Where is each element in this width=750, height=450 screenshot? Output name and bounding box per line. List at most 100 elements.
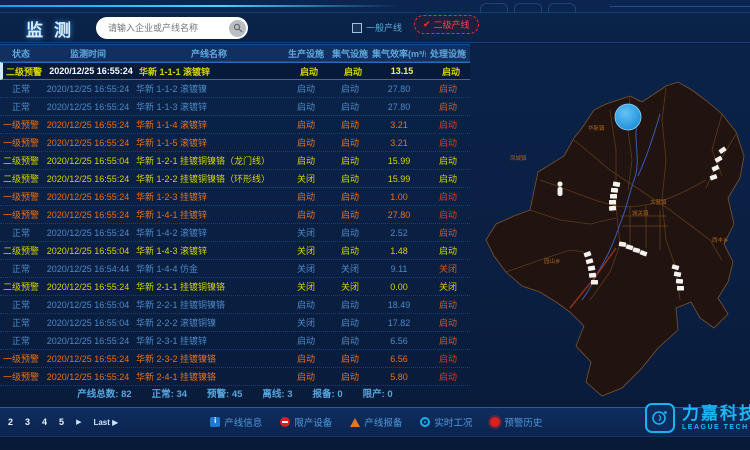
person-marker-icon[interactable] <box>557 181 562 196</box>
cell-status: 一级预警 <box>0 118 42 131</box>
summary-item: 产线总数: 82 <box>77 386 131 400</box>
cell-efficiency: 1.00 <box>372 192 426 202</box>
next-page-button[interactable]: ▶ <box>76 418 81 426</box>
cell-status: 正常 <box>0 316 42 329</box>
page-button[interactable]: 2 <box>8 417 13 427</box>
road-sign-icon[interactable] <box>589 273 596 278</box>
cell-name: 华新 1-4-3 滚镀锌 <box>134 244 284 257</box>
table-row[interactable]: 正常2020/12/25 16:55:04华新 2-2-1 挂镀铜镍铬启动启动1… <box>0 296 470 314</box>
page-button[interactable]: 3 <box>25 417 30 427</box>
cell-gas: 启动 <box>328 208 372 221</box>
cell-name: 华新 1-1-1 滚镀锌 <box>137 65 287 78</box>
table-row[interactable]: 正常2020/12/25 16:55:24华新 1-4-2 滚镀锌关闭启动2.5… <box>0 224 470 242</box>
cell-production: 关闭 <box>284 226 328 239</box>
page-button[interactable]: 5 <box>59 417 64 427</box>
table-row[interactable]: 一级预警2020/12/25 16:55:24华新 2-4-1 挂镀镍铬启动启动… <box>0 368 470 386</box>
table-row[interactable]: 正常2020/12/25 16:55:04华新 2-2-2 滚镀铜镍关闭启动17… <box>0 314 470 332</box>
road-sign-icon[interactable] <box>609 200 616 205</box>
cell-production: 关闭 <box>284 280 328 293</box>
cell-treatment: 关闭 <box>426 280 470 293</box>
bottom-bar: 2 3 4 5 ▶ Last ▶ 产线信息 限产设备 产线报备 实时工况 预警历史 <box>0 407 750 437</box>
table-row[interactable]: 正常2020/12/25 16:55:24华新 2-3-1 挂镀锌启动启动6.5… <box>0 332 470 350</box>
table-row[interactable]: 二级预警2020/12/25 16:55:24华新 2-1-1 挂镀铜镍铬关闭关… <box>0 278 470 296</box>
cell-time: 2020/12/25 16:55:24 <box>42 354 134 364</box>
cell-production: 启动 <box>284 136 328 149</box>
search-box <box>96 17 248 39</box>
search-input[interactable] <box>106 22 229 34</box>
road-sign-icon[interactable] <box>677 286 684 291</box>
road-sign-icon[interactable] <box>676 279 683 284</box>
general-line-filter[interactable]: 一般产线 <box>352 21 402 34</box>
cell-gas: 启动 <box>328 190 372 203</box>
search-button[interactable] <box>229 20 246 37</box>
cell-time: 2020/12/25 16:55:24 <box>42 336 134 346</box>
toolbar-button-history[interactable]: 预警历史 <box>490 415 542 429</box>
cell-treatment: 启动 <box>426 136 470 149</box>
alert-line-button[interactable]: ✔ 二级产线 <box>414 15 479 34</box>
toolbar-button-report[interactable]: 产线报备 <box>350 415 402 429</box>
cell-production: 启动 <box>284 298 328 311</box>
cell-efficiency: 5.80 <box>372 372 426 382</box>
cell-efficiency: 15.99 <box>372 156 426 166</box>
cell-treatment: 启动 <box>426 334 470 347</box>
table-row[interactable]: 二级预警2020/12/25 16:55:24华新 1-2-2 挂镀铜镍铬（环形… <box>0 170 470 188</box>
cell-gas: 启动 <box>328 82 372 95</box>
table-row[interactable]: 一级预警2020/12/25 16:55:24华新 1-4-1 挂镀锌启动启动2… <box>0 206 470 224</box>
cell-production: 启动 <box>284 190 328 203</box>
cell-treatment: 启动 <box>429 65 473 78</box>
cell-gas: 关闭 <box>328 262 372 275</box>
toolbar-button-realtime[interactable]: 实时工况 <box>420 415 472 429</box>
brand-logo: 力嘉科技 LEAGUE TECH <box>645 403 750 433</box>
city-map[interactable]: 华新镇凤城镇城关镇园山乡西丰乡大营镇 <box>470 10 750 402</box>
cell-gas: 启动 <box>328 334 372 347</box>
limit-icon <box>280 417 290 427</box>
cell-status: 正常 <box>0 262 42 275</box>
cell-gas: 启动 <box>328 370 372 383</box>
table-row[interactable]: 一级预警2020/12/25 16:55:24华新 1-1-5 滚镀锌启动启动3… <box>0 134 470 152</box>
cell-status: 正常 <box>0 100 42 113</box>
road-sign-icon[interactable] <box>610 194 617 199</box>
cell-treatment: 关闭 <box>426 262 470 275</box>
top-glow-line <box>0 5 400 7</box>
cell-gas: 启动 <box>331 65 375 78</box>
cell-efficiency: 3.21 <box>372 138 426 148</box>
table-row[interactable]: 一级预警2020/12/25 16:55:24华新 1-1-4 滚镀锌启动启动3… <box>0 116 470 134</box>
cell-treatment: 启动 <box>426 100 470 113</box>
alert-location-marker[interactable] <box>615 104 641 130</box>
road-sign-icon[interactable] <box>611 188 618 193</box>
table-row[interactable]: 正常2020/12/25 16:55:24华新 1-1-3 滚镀锌启动启动27.… <box>0 98 470 116</box>
toolbar-button-limit[interactable]: 限产设备 <box>280 415 332 429</box>
cell-gas: 启动 <box>328 298 372 311</box>
page-button[interactable]: 4 <box>42 417 47 427</box>
cell-status: 二级预警 <box>0 172 42 185</box>
top-line-right <box>610 6 750 7</box>
table-row[interactable]: 二级预警2020/12/25 16:55:04华新 1-2-1 挂镀铜镍铬（龙门… <box>0 152 470 170</box>
cell-production: 启动 <box>284 370 328 383</box>
cell-treatment: 启动 <box>426 352 470 365</box>
cell-time: 2020/12/25 16:55:24 <box>42 282 134 292</box>
table-row[interactable]: 正常2020/12/25 16:55:24华新 1-1-2 滚镀镍启动启动27.… <box>0 80 470 98</box>
toolbar-button-info[interactable]: 产线信息 <box>210 415 262 429</box>
cell-treatment: 启动 <box>426 118 470 131</box>
road-sign-icon[interactable] <box>609 206 616 211</box>
cell-efficiency: 15.99 <box>372 174 426 184</box>
table-row[interactable]: 一级预警2020/12/25 16:55:24华新 2-3-2 挂镀镍铬启动启动… <box>0 350 470 368</box>
checkbox-icon[interactable] <box>352 23 362 33</box>
cell-status: 二级预警 <box>0 280 42 293</box>
table-row[interactable]: 二级预警2020/12/25 16:55:04华新 1-4-3 滚镀锌关闭启动1… <box>0 242 470 260</box>
last-page-button[interactable]: Last ▶ <box>93 418 118 427</box>
cell-status: 正常 <box>0 226 42 239</box>
road-sign-icon[interactable] <box>591 280 598 285</box>
cell-treatment: 启动 <box>426 370 470 383</box>
map-place-label: 城关镇 <box>632 209 649 217</box>
table-row[interactable]: 一级预警2020/12/25 16:55:24华新 1-2-3 挂镀锌启动启动1… <box>0 188 470 206</box>
table-row[interactable]: 二级预警2020/12/25 16:55:24华新 1-1-1 滚镀锌启动启动1… <box>0 62 470 80</box>
table-row[interactable]: 正常2020/12/25 16:54:44华新 1-4-4 仿金关闭关闭9.11… <box>0 260 470 278</box>
cell-status: 一级预警 <box>0 370 42 383</box>
cell-time: 2020/12/25 16:55:04 <box>42 246 134 256</box>
toolbar-button-label: 预警历史 <box>504 415 542 429</box>
cell-treatment: 启动 <box>426 190 470 203</box>
toolbar-button-label: 实时工况 <box>434 415 472 429</box>
cell-name: 华新 1-4-2 滚镀锌 <box>134 226 284 239</box>
cell-efficiency: 0.00 <box>372 282 426 292</box>
